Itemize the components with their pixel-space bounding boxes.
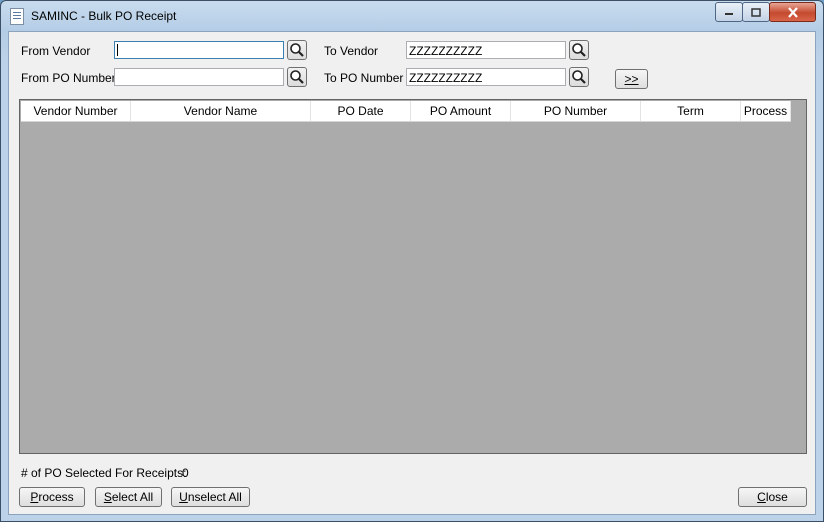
search-icon <box>290 43 304 57</box>
client-area: From Vendor To Vendor ZZZZZZZZZZ From PO… <box>8 31 816 515</box>
grid-header: Vendor Number Vendor Name PO Date PO Amo… <box>21 101 791 122</box>
selected-count-value: 0 <box>182 466 189 480</box>
app-window: SAMINC - Bulk PO Receipt From Vendor To … <box>0 0 824 522</box>
search-icon <box>572 70 586 84</box>
to-po-lookup-button[interactable] <box>569 67 589 87</box>
from-vendor-label: From Vendor <box>21 44 91 58</box>
from-po-number-label: From PO Number <box>21 71 116 85</box>
text-caret <box>117 44 118 56</box>
selected-count-label: # of PO Selected For Receipts: <box>21 466 187 480</box>
process-button[interactable]: Process <box>19 487 85 507</box>
close-window-button[interactable] <box>769 2 816 22</box>
document-icon <box>10 8 24 25</box>
search-icon <box>290 70 304 84</box>
column-header-process[interactable]: Process <box>741 101 791 121</box>
unselect-all-button[interactable]: Unselect All <box>171 487 250 507</box>
close-button[interactable]: Close <box>738 487 807 507</box>
column-header-po-number[interactable]: PO Number <box>511 101 641 121</box>
close-icon <box>787 6 798 18</box>
minimize-icon <box>725 13 733 15</box>
search-icon <box>572 43 586 57</box>
po-grid[interactable]: Vendor Number Vendor Name PO Date PO Amo… <box>19 99 807 454</box>
to-po-number-label: To PO Number <box>324 71 404 85</box>
from-po-number-input[interactable] <box>114 68 284 86</box>
from-vendor-input[interactable] <box>114 41 284 59</box>
column-header-vendor-number[interactable]: Vendor Number <box>21 101 131 121</box>
to-vendor-label: To Vendor <box>324 44 379 58</box>
column-header-po-date[interactable]: PO Date <box>311 101 411 121</box>
from-po-lookup-button[interactable] <box>287 67 307 87</box>
maximize-button[interactable] <box>742 2 770 22</box>
title-bar[interactable]: SAMINC - Bulk PO Receipt <box>1 1 823 31</box>
to-vendor-lookup-button[interactable] <box>569 40 589 60</box>
column-header-term[interactable]: Term <box>641 101 741 121</box>
column-header-po-amount[interactable]: PO Amount <box>411 101 511 121</box>
from-vendor-lookup-button[interactable] <box>287 40 307 60</box>
minimize-button[interactable] <box>715 2 743 22</box>
column-header-vendor-name[interactable]: Vendor Name <box>131 101 311 121</box>
to-vendor-input[interactable]: ZZZZZZZZZZ <box>406 41 566 59</box>
maximize-icon <box>751 7 761 17</box>
select-all-button[interactable]: Select All <box>95 487 162 507</box>
to-po-number-input[interactable]: ZZZZZZZZZZ <box>406 68 566 86</box>
window-title: SAMINC - Bulk PO Receipt <box>31 9 177 23</box>
load-orders-button[interactable]: >> <box>615 69 648 89</box>
